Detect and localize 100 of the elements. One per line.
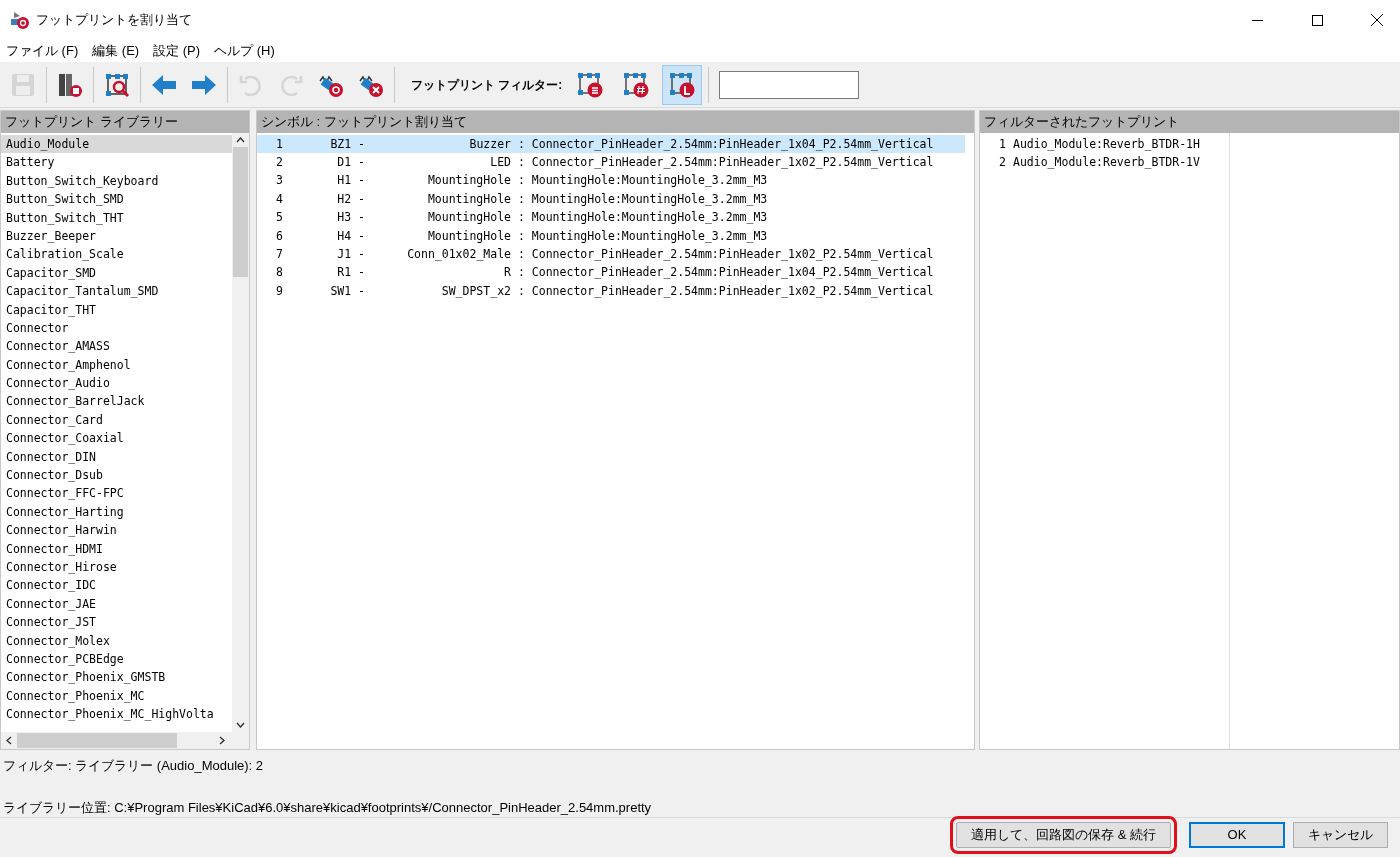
symbol-reference: R1 - xyxy=(336,264,365,282)
row-index: 3 xyxy=(275,172,283,190)
library-item[interactable]: Connector_Harting xyxy=(1,502,232,522)
footprint-name: : MountingHole:MountingHole_3.2mm_M3 xyxy=(518,227,768,245)
menu-item[interactable]: 編集 (E) xyxy=(92,41,140,61)
library-item[interactable]: Connector_Molex xyxy=(1,631,232,650)
assignment-row[interactable]: 5 H3 - MountingHole : MountingHole:MountingHole_3.2mm_M3 xyxy=(257,208,965,227)
library-item[interactable]: Connector_Phoenix_MC xyxy=(1,686,232,706)
library-item[interactable]: Connector_HDMI xyxy=(1,539,232,558)
library-item[interactable]: Connector_Amphenol xyxy=(1,355,232,375)
scrollbar-thumb[interactable] xyxy=(233,147,248,277)
row-index: 7 xyxy=(275,245,283,263)
footprint-name: : Connector_PinHeader_2.54mm:PinHeader_1x02_P2.54mm_Vertical xyxy=(518,282,934,300)
library-item[interactable]: Connector_JAE xyxy=(1,594,232,614)
filter-toggle[interactable] xyxy=(662,64,703,105)
symbol-value: SW_DPST_x2 xyxy=(440,282,511,300)
symbol-value: R xyxy=(503,264,511,282)
row-index: 8 xyxy=(275,264,283,282)
assignment-row[interactable]: 4 H2 - MountingHole : MountingHole:MountingHole_3.2mm_M3 xyxy=(257,190,965,209)
footprint-name: : MountingHole:MountingHole_3.2mm_M3 xyxy=(518,172,768,190)
footprint-name: : Connector_PinHeader_2.54mm:PinHeader_1x02_P2.54mm_Vertical xyxy=(518,245,934,263)
symbol-value: LED xyxy=(489,153,511,171)
symbol-value: MountingHole xyxy=(426,227,511,245)
symbol-value: Buzzer xyxy=(468,135,511,153)
assignment-row[interactable]: 7 J1 - Conn_01x02_Male : Connector_PinHeader_2.54mm:PinHeader_1x02_P2.54mm_Vertical xyxy=(257,245,965,264)
footprint-name[interactable]: Audio_Module:Reverb_BTDR-1V xyxy=(1013,153,1200,172)
library-item[interactable]: Button_Switch_Keyboard xyxy=(1,171,232,191)
library-item[interactable]: Connector_DIN xyxy=(1,447,232,467)
symbol-reference: SW1 - xyxy=(329,282,365,300)
library-item[interactable]: Capacitor_Tantalum_SMD xyxy=(1,282,232,301)
library-item[interactable]: Capacitor_SMD xyxy=(1,263,232,283)
library-item[interactable]: Battery xyxy=(1,153,232,172)
symbol-value: MountingHole xyxy=(426,190,511,208)
symbol-value: Conn_01x02_Male xyxy=(406,245,511,263)
assignment-row[interactable]: 2 D1 - LED : Connector_PinHeader_2.54mm:PinHeader_1x02_P2.54mm_Vertical xyxy=(257,153,965,172)
assignment-row[interactable]: 1 BZ1 - Buzzer : Connector_PinHeader_2.54mm:PinHeader_1x04_P2.54mm_Vertical xyxy=(257,135,965,154)
library-item[interactable]: Capacitor_THT xyxy=(1,300,232,319)
row-index: 9 xyxy=(275,282,283,300)
library-item[interactable]: Buzzer_Beeper xyxy=(1,226,232,246)
menu-item[interactable]: 設定 (P) xyxy=(153,41,201,61)
filter-search-field[interactable] xyxy=(719,70,860,99)
dialog-button[interactable]: キャンセル xyxy=(1293,821,1388,848)
library-item[interactable]: Connector_IDC xyxy=(1,576,232,595)
window-title: フットプリントを割り当て xyxy=(36,11,192,30)
assignment-row[interactable]: 3 H1 - MountingHole : MountingHole:MountingHole_3.2mm_M3 xyxy=(257,171,965,191)
library-item[interactable]: Connector_Audio xyxy=(1,374,232,393)
row-index: 2 xyxy=(275,153,283,171)
assignment-row[interactable]: 8 R1 - R : Connector_PinHeader_2.54mm:PinHeader_1x04_P2.54mm_Vertical xyxy=(257,263,965,283)
filter-label: フットプリント フィルター: xyxy=(411,76,563,94)
row-index: 4 xyxy=(275,190,283,208)
symbol-reference: H1 - xyxy=(336,172,365,190)
scroll-down-icon xyxy=(236,722,245,728)
library-item[interactable]: Button_Switch_SMD xyxy=(1,190,232,209)
library-item[interactable]: Connector_PCBEdge xyxy=(1,649,232,669)
symbol-reference: BZ1 - xyxy=(329,135,365,153)
symbol-value: MountingHole xyxy=(426,172,511,190)
footprint-name: : Connector_PinHeader_2.54mm:PinHeader_1x02_P2.54mm_Vertical xyxy=(518,153,934,171)
vertical-scrollbar[interactable] xyxy=(232,133,249,732)
row-index: 2 xyxy=(998,153,1006,171)
library-item[interactable]: Connector_Phoenix_MC_HighVolta xyxy=(1,705,232,724)
library-item[interactable]: Connector_Harwin xyxy=(1,521,232,540)
status-text: ライブラリー位置: C:¥Program Files¥KiCad¥6.0¥share¥kicad¥footprints¥/Connector_PinHeader_2.54mm.pretty xyxy=(3,798,653,817)
scroll-up-icon xyxy=(236,137,245,143)
library-item[interactable]: Connector_Card xyxy=(1,410,232,430)
library-item[interactable]: Connector_AMASS xyxy=(1,337,232,356)
library-item[interactable]: Connector xyxy=(1,318,232,338)
menu-item[interactable]: ファイル (F) xyxy=(6,41,79,61)
symbol-reference: H2 - xyxy=(336,190,365,208)
app-icon xyxy=(10,10,30,30)
menu-item[interactable]: ヘルプ (H) xyxy=(214,41,275,61)
library-item[interactable]: Button_Switch_THT xyxy=(1,208,232,227)
panel-header: フィルターされたフットプリント xyxy=(980,111,1399,133)
library-item[interactable]: Connector_Dsub xyxy=(1,466,232,485)
status-text: フィルター: ライブラリー (Audio_Module): 2 xyxy=(3,757,265,775)
library-item[interactable]: Connector_JST xyxy=(1,613,232,632)
assignment-row[interactable]: 6 H4 - MountingHole : MountingHole:MountingHole_3.2mm_M3 xyxy=(257,226,965,246)
dialog-button[interactable]: OK xyxy=(1189,821,1285,848)
symbol-reference: J1 - xyxy=(336,245,365,263)
row-index: 5 xyxy=(275,209,283,227)
library-item[interactable]: Audio_Module xyxy=(1,135,232,154)
footprint-name: : MountingHole:MountingHole_3.2mm_M3 xyxy=(518,209,768,227)
scroll-left-icon xyxy=(6,736,12,745)
row-index: 6 xyxy=(275,227,283,245)
footprint-name[interactable]: Audio_Module:Reverb_BTDR-1H xyxy=(1013,135,1200,153)
panel-header: シンボル : フットプリント割り当て xyxy=(257,111,974,133)
library-item[interactable]: Connector_Coaxial xyxy=(1,429,232,448)
symbol-reference: H4 - xyxy=(336,227,365,245)
close-icon xyxy=(1371,14,1383,26)
assignment-row[interactable]: 9 SW1 - SW_DPST_x2 : Connector_PinHeader_2.54mm:PinHeader_1x02_P2.54mm_Vertical xyxy=(257,282,965,301)
library-item[interactable]: Calibration_Scale xyxy=(1,245,232,264)
horizontal-scrollbar[interactable] xyxy=(1,732,249,749)
scrollbar-thumb[interactable] xyxy=(17,733,177,748)
library-item[interactable]: Connector_FFC-FPC xyxy=(1,484,232,503)
library-item[interactable]: Connector_BarrelJack xyxy=(1,392,232,411)
minimize-icon xyxy=(1251,19,1263,21)
footprint-name: : MountingHole:MountingHole_3.2mm_M3 xyxy=(518,190,768,208)
library-item[interactable]: Connector_Hirose xyxy=(1,558,232,577)
symbol-reference: H3 - xyxy=(336,209,365,227)
library-item[interactable]: Connector_Phoenix_GMSTB xyxy=(1,668,232,687)
footprint-name: : Connector_PinHeader_2.54mm:PinHeader_1x04_P2.54mm_Vertical xyxy=(518,135,934,153)
